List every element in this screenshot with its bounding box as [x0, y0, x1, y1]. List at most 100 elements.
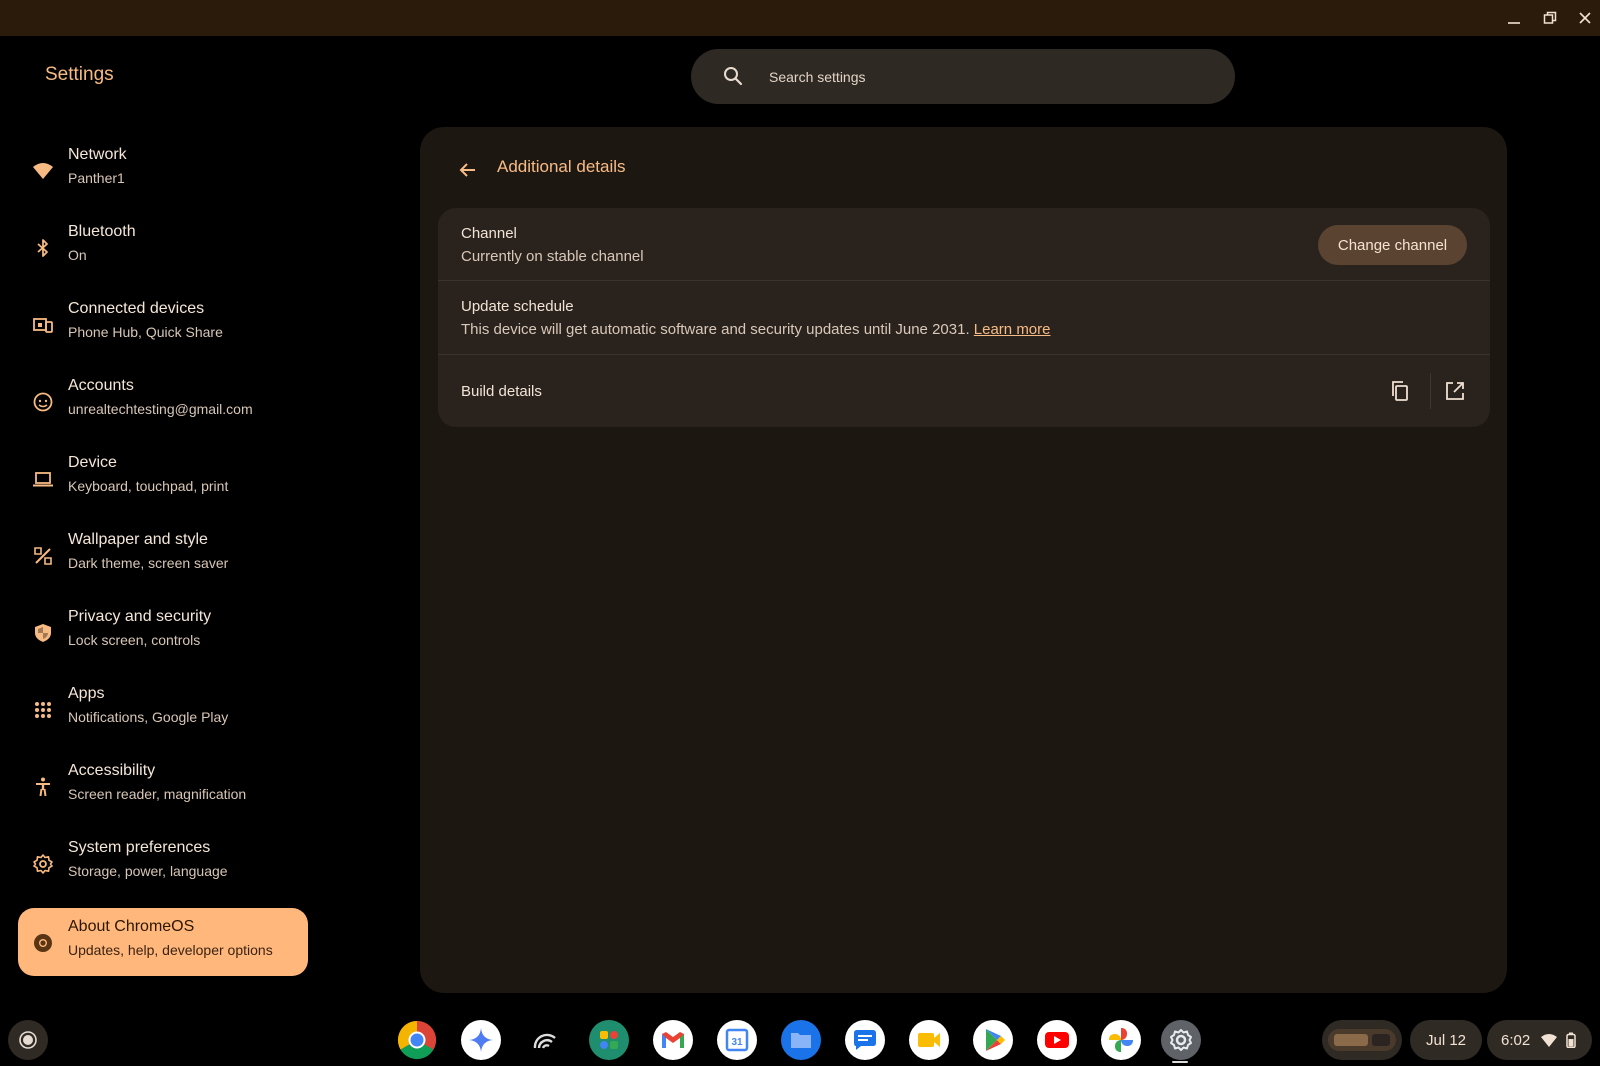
sidebar-item-connected-devices[interactable]: Connected devices Phone Hub, Quick Share [18, 290, 308, 358]
copy-button[interactable] [1384, 375, 1416, 407]
sidebar-item-label: Connected devices [68, 300, 205, 317]
accessibility-icon [32, 776, 54, 798]
calendar-icon[interactable]: 31 [717, 1020, 757, 1060]
holding-space-thumbnail-icon [1328, 1029, 1396, 1051]
sidebar-item-sublabel: Phone Hub, Quick Share [68, 324, 223, 340]
sidebar-item-label: Bluetooth [68, 223, 136, 240]
sidebar-item-label: Network [68, 146, 127, 163]
gmail-icon[interactable] [653, 1020, 693, 1060]
restore-button[interactable] [1536, 6, 1564, 30]
connected-devices-icon [32, 314, 54, 336]
build-details-title: Build details [461, 383, 542, 400]
gemini-icon[interactable] [461, 1020, 501, 1060]
sidebar-item-sublabel: Notifications, Google Play [68, 709, 229, 725]
close-button[interactable] [1571, 6, 1599, 30]
holding-space-button[interactable] [1322, 1020, 1402, 1060]
settings-icon[interactable] [1161, 1020, 1201, 1060]
update-schedule-title: Update schedule [461, 298, 574, 315]
channel-status: Currently on stable channel [461, 248, 644, 265]
sidebar-item-sublabel: Dark theme, screen saver [68, 555, 229, 571]
sidebar-item-privacy[interactable]: Privacy and security Lock screen, contro… [18, 598, 308, 666]
sidebar-item-sublabel: Lock screen, controls [68, 632, 201, 648]
sidebar-item-label: Apps [68, 685, 105, 702]
build-details-row[interactable]: Build details [438, 355, 1490, 427]
search-box[interactable] [691, 49, 1235, 104]
podcast-icon[interactable] [525, 1020, 565, 1060]
sidebar-item-apps[interactable]: Apps Notifications, Google Play [18, 675, 308, 743]
restore-icon [1543, 11, 1557, 24]
page-title: Additional details [497, 157, 626, 176]
chromeos-icon [32, 932, 54, 954]
open-external-button[interactable] [1439, 375, 1471, 407]
sidebar-item-sublabel: Keyboard, touchpad, print [68, 478, 229, 494]
sidebar-item-label: System preferences [68, 839, 211, 856]
sidebar-item-label: Wallpaper and style [68, 531, 208, 548]
launcher-icon [19, 1031, 37, 1049]
chrome-icon[interactable] [397, 1020, 437, 1060]
sidebar-item-bluetooth[interactable]: Bluetooth On [18, 213, 308, 281]
play-store-icon[interactable] [973, 1020, 1013, 1060]
sidebar-item-sublabel: Panther1 [68, 170, 125, 186]
back-button[interactable] [455, 157, 481, 183]
sidebar-item-system-preferences[interactable]: System preferences Storage, power, langu… [18, 829, 308, 897]
status-tray-button[interactable]: 6:02 [1487, 1020, 1592, 1060]
gear-icon [32, 853, 54, 875]
sidebar-item-label: Accounts [68, 377, 134, 394]
active-app-indicator [1172, 1061, 1188, 1063]
laptop-icon [32, 468, 54, 490]
time-label: 6:02 [1501, 1031, 1531, 1049]
calendar-day: 31 [731, 1037, 743, 1048]
wifi-icon [32, 160, 54, 182]
open-in-new-icon [1446, 382, 1464, 400]
sidebar-item-label: About ChromeOS [68, 918, 195, 935]
photos-icon[interactable] [1101, 1020, 1141, 1060]
sidebar-item-sublabel: Screen reader, magnification [68, 786, 247, 802]
sidebar-item-network[interactable]: Network Panther1 [18, 136, 308, 204]
learn-more-link[interactable]: Learn more [974, 321, 1051, 338]
sidebar-item-device[interactable]: Device Keyboard, touchpad, print [18, 444, 308, 512]
apps-grid-icon [32, 699, 54, 721]
wifi-status-icon [1541, 1034, 1558, 1047]
details-card: Channel Currently on stable channel Chan… [438, 208, 1490, 427]
update-schedule-row: Update schedule This device will get aut… [438, 281, 1490, 355]
battery-icon [1566, 1032, 1576, 1048]
sidebar-item-label: Privacy and security [68, 608, 212, 625]
date-label: Jul 12 [1425, 1031, 1467, 1049]
sidebar-item-accounts[interactable]: Accounts unrealtechtesting@gmail.com [18, 367, 308, 435]
change-channel-button[interactable]: Change channel [1318, 225, 1467, 265]
sidebar-item-label: Accessibility [68, 762, 156, 779]
copy-icon [1392, 381, 1408, 401]
sidebar-item-sublabel: unrealtechtesting@gmail.com [68, 401, 253, 417]
shield-icon [32, 622, 54, 644]
accounts-icon [32, 391, 54, 413]
bluetooth-icon [32, 237, 54, 259]
palette-brush-icon [32, 545, 54, 567]
sidebar-item-sublabel: Storage, power, language [68, 863, 228, 879]
sidebar-item-accessibility[interactable]: Accessibility Screen reader, magnificati… [18, 752, 308, 820]
update-schedule-text: This device will get automatic software … [461, 321, 970, 338]
minimize-button[interactable] [1500, 6, 1528, 30]
divider [1430, 373, 1431, 409]
window-titlebar [0, 0, 1600, 36]
close-icon [1579, 12, 1591, 24]
youtube-icon[interactable] [1037, 1020, 1077, 1060]
google-apps-icon[interactable] [589, 1020, 629, 1060]
back-arrow-icon [459, 163, 475, 177]
app-title: Settings [45, 64, 114, 85]
sidebar-item-sublabel: On [68, 247, 87, 263]
sidebar-item-label: Device [68, 454, 117, 471]
update-schedule-text-wrap: This device will get automatic software … [461, 321, 1051, 338]
sidebar-item-sublabel: Updates, help, developer options [68, 942, 273, 958]
sidebar-item-about-chromeos[interactable]: About ChromeOS Updates, help, developer … [18, 908, 308, 976]
meet-icon[interactable] [909, 1020, 949, 1060]
search-icon [724, 67, 743, 86]
launcher-button[interactable] [8, 1020, 48, 1060]
sidebar-item-wallpaper[interactable]: Wallpaper and style Dark theme, screen s… [18, 521, 308, 589]
channel-row: Channel Currently on stable channel Chan… [438, 208, 1490, 281]
messages-icon[interactable] [845, 1020, 885, 1060]
date-tray-button[interactable]: Jul 12 [1410, 1020, 1482, 1060]
channel-title: Channel [461, 225, 517, 242]
search-input[interactable] [769, 65, 1209, 89]
minimize-icon [1508, 22, 1520, 24]
files-icon[interactable] [781, 1020, 821, 1060]
